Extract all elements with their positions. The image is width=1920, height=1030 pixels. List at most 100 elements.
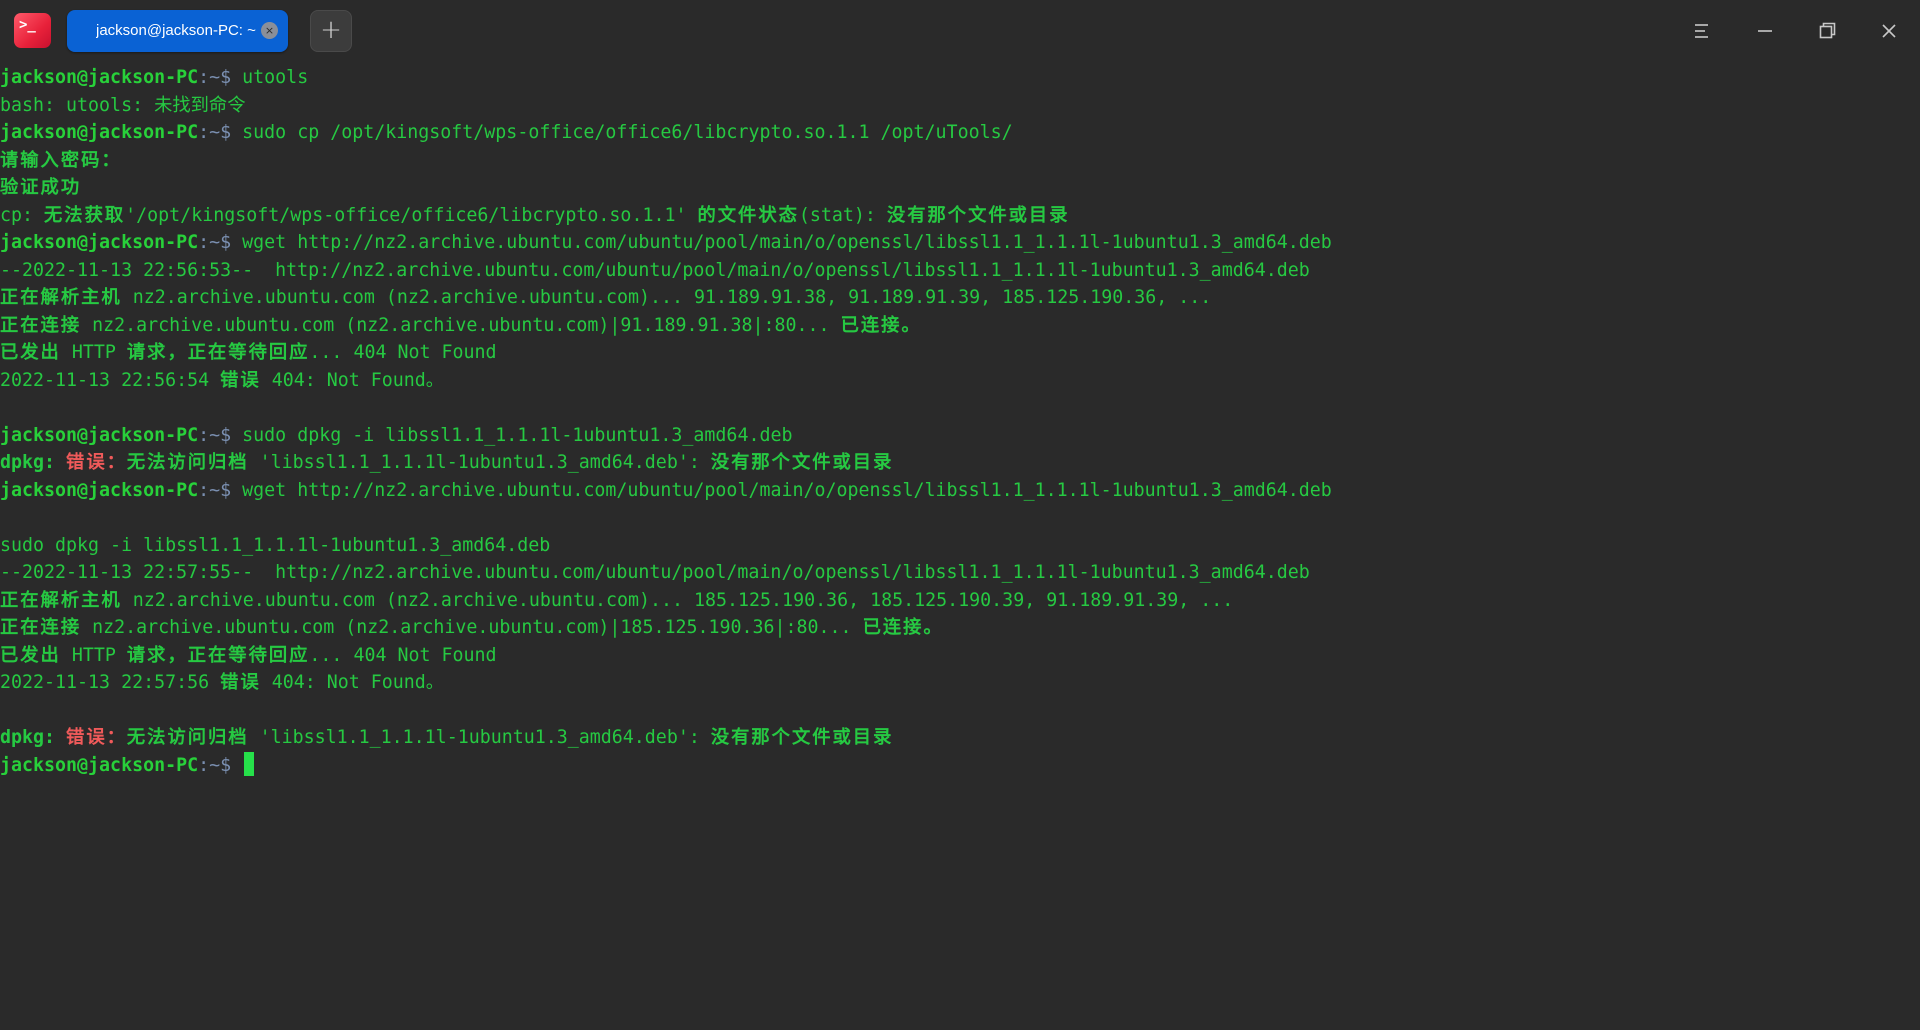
output-text: 正在连接 bbox=[0, 314, 82, 336]
terminal-line: jackson@jackson-PC:~$ sudo cp /opt/kings… bbox=[0, 119, 1013, 146]
output-text: 'libssl1.1_1.1.1l-1ubuntu1.3_amd64.deb': bbox=[248, 452, 711, 473]
output-text: 'libssl1.1_1.1.1l-1ubuntu1.3_amd64.deb': bbox=[248, 727, 711, 748]
terminal-line: jackson@jackson-PC:~$ bbox=[0, 751, 255, 779]
prompt-user: jackson@jackson-PC bbox=[0, 479, 199, 501]
prompt-user: jackson@jackson-PC bbox=[0, 424, 199, 446]
terminal-line: 正在连接 nz2.archive.ubuntu.com (nz2.archive… bbox=[0, 312, 922, 339]
output-text: 错误 bbox=[220, 369, 261, 391]
terminal-line: 正在解析主机 nz2.archive.ubuntu.com (nz2.archi… bbox=[0, 284, 1211, 311]
prompt-path: :~$ bbox=[198, 122, 232, 143]
output-text: 的文件状态 bbox=[697, 204, 799, 226]
terminal-line: 验证成功 bbox=[0, 174, 81, 201]
prompt-path: :~$ bbox=[198, 67, 232, 88]
output-text: bash: utools: 未找到命令 bbox=[0, 94, 246, 116]
terminal-line: 正在连接 nz2.archive.ubuntu.com (nz2.archive… bbox=[0, 614, 944, 641]
output-text: ... 404 Not Found bbox=[309, 644, 497, 666]
menu-icon[interactable] bbox=[1681, 11, 1721, 51]
output-text: 404: Not Found。 bbox=[260, 672, 445, 693]
prompt-path: :~$ bbox=[198, 754, 232, 776]
terminal-line: 已发出 HTTP 请求，正在等待回应... 404 Not Found bbox=[0, 339, 497, 366]
output-text: HTTP bbox=[60, 342, 127, 363]
command-text: sudo cp /opt/kingsoft/wps-office/office6… bbox=[231, 122, 1013, 143]
command-text bbox=[231, 755, 242, 776]
output-text: nz2.archive.ubuntu.com (nz2.archive.ubun… bbox=[121, 287, 1212, 308]
terminal-line: jackson@jackson-PC:~$ wget http://nz2.ar… bbox=[0, 477, 1332, 504]
output-text: 错误 bbox=[220, 672, 261, 693]
prompt-user: jackson@jackson-PC bbox=[0, 754, 199, 776]
command-text: utools bbox=[231, 67, 309, 88]
output-text: 没有那个文件或目录 bbox=[710, 452, 894, 473]
output-text: 无法访问归档 bbox=[126, 727, 249, 748]
prompt-user: jackson@jackson-PC bbox=[0, 122, 199, 143]
terminal-output[interactable]: jackson@jackson-PC:~$ utools bash: utool… bbox=[0, 62, 1920, 1030]
terminal-line: 正在解析主机 nz2.archive.ubuntu.com (nz2.archi… bbox=[0, 587, 1233, 614]
terminal-line: 2022-11-13 22:57:56 错误 404: Not Found。 bbox=[0, 669, 444, 696]
output-text: ... 404 Not Found bbox=[309, 342, 497, 363]
terminal-line: bash: utools: 未找到命令 bbox=[0, 92, 246, 119]
prompt-user: jackson@jackson-PC bbox=[0, 67, 199, 88]
output-text: dpkg: bbox=[0, 452, 67, 473]
close-icon[interactable] bbox=[1869, 11, 1909, 51]
output-text: 已连接。 bbox=[862, 617, 944, 638]
command-text: wget http://nz2.archive.ubuntu.com/ubunt… bbox=[231, 479, 1332, 501]
command-text: sudo dpkg -i libssl1.1_1.1.1l-1ubuntu1.3… bbox=[231, 424, 793, 446]
output-text: 请输入密码： bbox=[0, 149, 122, 171]
terminal-line: dpkg: 错误：无法访问归档 'libssl1.1_1.1.1l-1ubunt… bbox=[0, 724, 893, 751]
close-icon[interactable]: × bbox=[261, 22, 278, 39]
output-text: 没有那个文件或目录 bbox=[710, 727, 894, 748]
new-tab-button[interactable]: + bbox=[310, 10, 352, 52]
output-text: (stat): bbox=[798, 204, 887, 226]
tab-title: jackson@jackson-PC: ~ bbox=[96, 22, 256, 39]
terminal-line: --2022-11-13 22:56:53-- http://nz2.archi… bbox=[0, 257, 1310, 284]
output-text: 请求，正在等待回应 bbox=[126, 644, 310, 666]
terminal-line: dpkg: 错误：无法访问归档 'libssl1.1_1.1.1l-1ubunt… bbox=[0, 449, 893, 476]
terminal-line: cp: 无法获取'/opt/kingsoft/wps-office/office… bbox=[0, 202, 1069, 229]
output-text: 无法获取 bbox=[44, 204, 126, 226]
prompt-user: jackson@jackson-PC bbox=[0, 232, 199, 253]
output-text: 正在解析主机 bbox=[0, 589, 122, 611]
command-text: wget http://nz2.archive.ubuntu.com/ubunt… bbox=[231, 232, 1332, 253]
prompt-path: :~$ bbox=[198, 232, 232, 253]
terminal-line: jackson@jackson-PC:~$ wget http://nz2.ar… bbox=[0, 229, 1332, 256]
output-text: 验证成功 bbox=[0, 177, 82, 198]
output-text: dpkg: bbox=[0, 727, 67, 748]
text-cursor bbox=[244, 751, 255, 776]
prompt-path: :~$ bbox=[198, 479, 232, 501]
terminal-line: 已发出 HTTP 请求，正在等待回应... 404 Not Found bbox=[0, 642, 497, 669]
maximize-icon[interactable] bbox=[1807, 11, 1847, 51]
output-text: nz2.archive.ubuntu.com (nz2.archive.ubun… bbox=[81, 314, 841, 336]
output-text: nz2.archive.ubuntu.com (nz2.archive.ubun… bbox=[81, 617, 863, 638]
terminal-line: jackson@jackson-PC:~$ utools bbox=[0, 64, 308, 91]
output-text: 请求，正在等待回应 bbox=[126, 342, 310, 363]
output-text: HTTP bbox=[60, 644, 127, 666]
output-text: 已发出 bbox=[0, 644, 61, 666]
error-label: 错误： bbox=[66, 452, 127, 473]
error-label: 错误： bbox=[66, 727, 127, 748]
prompt-path: :~$ bbox=[198, 424, 232, 446]
output-text: 无法访问归档 bbox=[126, 452, 249, 473]
output-text: 正在连接 bbox=[0, 617, 82, 638]
output-text: 已发出 bbox=[0, 342, 61, 363]
output-text: 没有那个文件或目录 bbox=[886, 204, 1070, 226]
output-text: --2022-11-13 22:56:53-- http://nz2.archi… bbox=[0, 259, 1310, 281]
output-text: --2022-11-13 22:57:55-- http://nz2.archi… bbox=[0, 562, 1310, 583]
output-text: '/opt/kingsoft/wps-office/office6/libcry… bbox=[125, 204, 698, 226]
tab-terminal[interactable]: jackson@jackson-PC: ~ × bbox=[67, 10, 288, 52]
output-text: 404: Not Found。 bbox=[260, 369, 445, 391]
output-text: 2022-11-13 22:57:56 bbox=[0, 672, 221, 693]
output-text: 2022-11-13 22:56:54 bbox=[0, 369, 221, 391]
terminal-line: sudo dpkg -i libssl1.1_1.1.1l-1ubuntu1.3… bbox=[0, 532, 550, 559]
terminal-line: --2022-11-13 22:57:55-- http://nz2.archi… bbox=[0, 559, 1310, 586]
output-text: sudo dpkg -i libssl1.1_1.1.1l-1ubuntu1.3… bbox=[0, 534, 551, 556]
output-text: 已连接。 bbox=[840, 314, 922, 336]
output-text: cp: bbox=[0, 204, 45, 226]
terminal-app-icon: >_ bbox=[14, 13, 51, 48]
minimize-icon[interactable] bbox=[1745, 11, 1785, 51]
output-text: nz2.archive.ubuntu.com (nz2.archive.ubun… bbox=[121, 589, 1234, 611]
app-icon-glyph: >_ bbox=[19, 17, 36, 33]
terminal-line: 2022-11-13 22:56:54 错误 404: Not Found。 bbox=[0, 367, 444, 394]
terminal-line: 请输入密码： bbox=[0, 147, 122, 174]
title-bar: >_ jackson@jackson-PC: ~ × + bbox=[0, 0, 1920, 62]
output-text: 正在解析主机 bbox=[0, 287, 122, 308]
terminal-line: jackson@jackson-PC:~$ sudo dpkg -i libss… bbox=[0, 422, 792, 449]
